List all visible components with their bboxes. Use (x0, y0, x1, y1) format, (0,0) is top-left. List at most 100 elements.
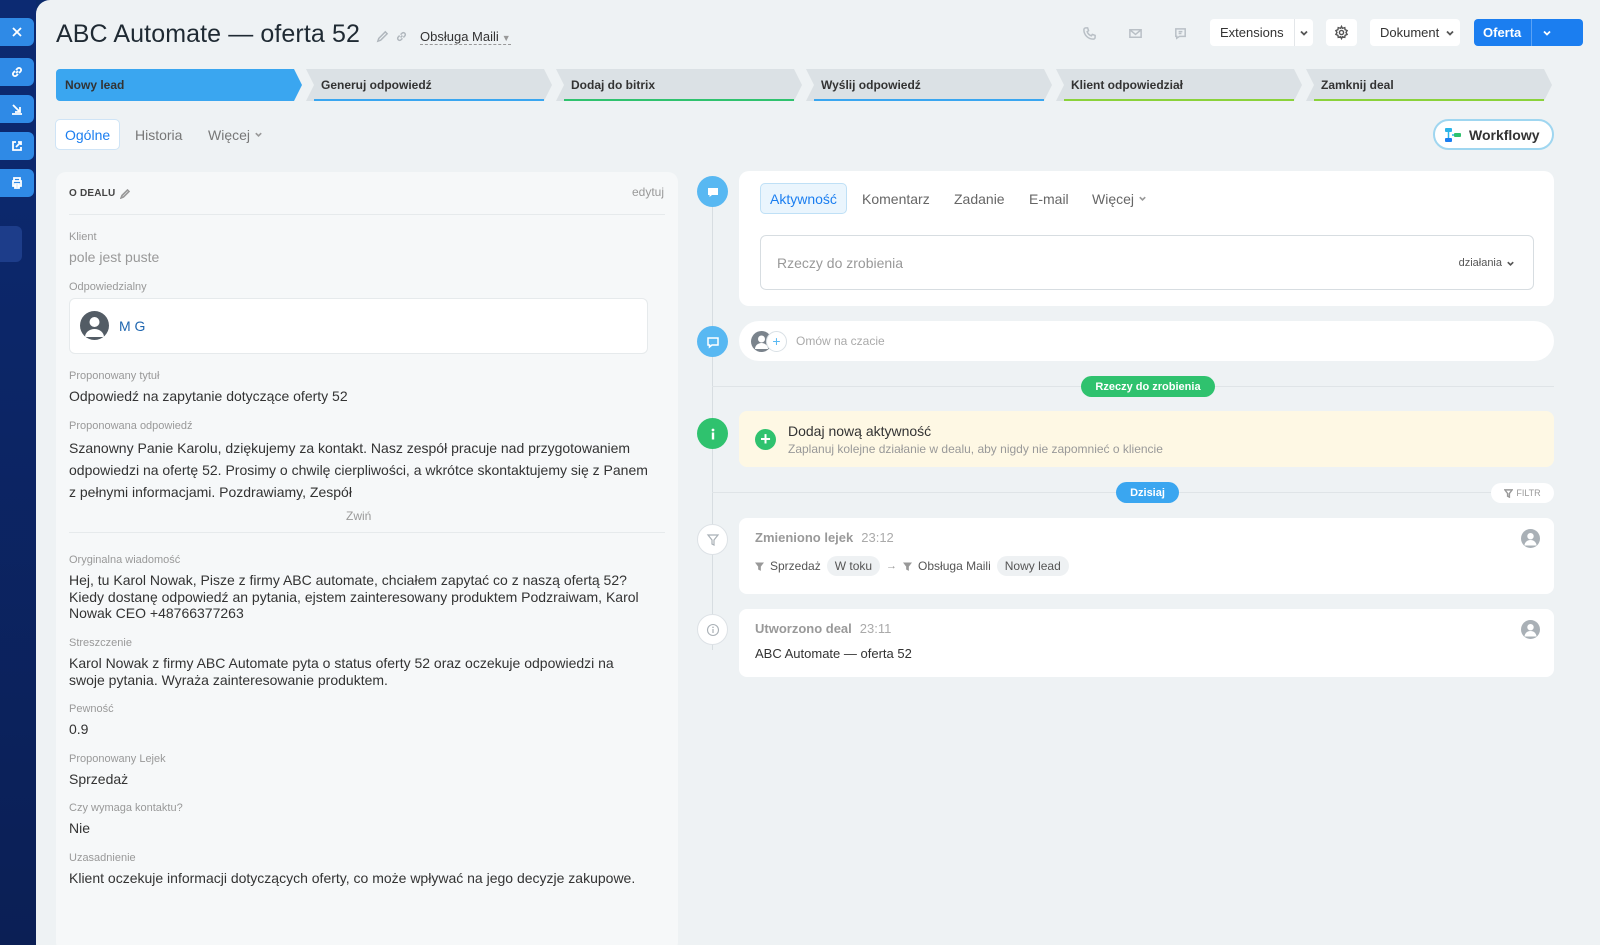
tab-more-activity-label: Więcej (1092, 190, 1135, 207)
actions-dropdown[interactable]: działania (1459, 257, 1515, 269)
link-icon[interactable] (395, 30, 408, 43)
proposed-response-value: Szanowny Panie Karolu, dziękujemy za kon… (69, 440, 648, 500)
email-button[interactable] (1120, 20, 1150, 46)
workflow-button[interactable]: Workflowy (1433, 119, 1554, 150)
from-stage-chip: W toku (826, 556, 881, 576)
tab-task[interactable]: Zadanie (945, 183, 1014, 214)
stage-6[interactable]: Zamknij deal (1306, 69, 1552, 101)
funnel-value: Sprzedaż (69, 771, 129, 787)
tab-more[interactable]: Więcej (199, 119, 272, 150)
tab-general[interactable]: Ogólne (55, 119, 121, 150)
chevron-down-icon (1446, 30, 1454, 36)
tab-email[interactable]: E-mail (1020, 183, 1078, 214)
event-time: 23:12 (861, 530, 894, 545)
summary-value: Karol Nowak z firmy ABC Automate pyta o … (69, 655, 614, 688)
add-participant-button[interactable]: + (766, 331, 787, 352)
chat-button[interactable] (1165, 20, 1195, 46)
extensions-button[interactable]: Extensions (1210, 19, 1313, 46)
collapse-link[interactable]: Zwiń (346, 509, 371, 523)
stage-progress-bar (314, 99, 544, 101)
close-button[interactable] (0, 18, 34, 46)
stage-1[interactable]: Nowy lead (56, 69, 302, 101)
stage-5[interactable]: Klient odpowiedział (1056, 69, 1302, 101)
add-activity-card[interactable]: + Dodaj nową aktywność Zaplanuj kolejne … (739, 411, 1554, 467)
stage-2[interactable]: Generuj odpowiedź (306, 69, 552, 101)
mail-icon (1128, 28, 1142, 38)
tab-activity[interactable]: Aktywność (760, 183, 847, 214)
responsible-label: Odpowiedzialny (69, 281, 147, 293)
tab-more-activity[interactable]: Więcej (1083, 183, 1156, 214)
offer-button[interactable]: Oferta (1474, 19, 1583, 46)
close-icon (12, 27, 22, 37)
proposed-title-value: Odpowiedź na zapytanie dotyczące oferty … (69, 388, 348, 404)
divider (69, 214, 665, 215)
stage-progress-bar (64, 99, 294, 101)
workflow-label: Workflowy (1469, 126, 1540, 143)
info-event-dot (697, 614, 728, 645)
contact-required-value: Nie (69, 820, 91, 836)
extensions-dropdown[interactable] (1293, 19, 1313, 46)
activity-dot (697, 176, 728, 207)
stage-label: Dodaj do bitrix (571, 78, 655, 92)
user-icon (1524, 533, 1537, 546)
deal-page: ABC Automate — oferta 52 Obsługa Maili ▼ … (36, 0, 1600, 945)
divider (69, 532, 665, 533)
original-message-value: Hej, tu Karol Nowak, Pisze z firmy ABC a… (69, 572, 639, 621)
funnel-label: Proponowany Lejek (69, 753, 166, 765)
stage-3[interactable]: Dodaj do bitrix (556, 69, 802, 101)
pipeline-selector[interactable]: Obsługa Maili ▼ (420, 29, 511, 45)
add-activity-title: Dodaj nową aktywność (788, 423, 932, 439)
add-icon[interactable]: + (755, 429, 776, 450)
event-author-avatar[interactable] (1521, 529, 1540, 548)
arrow-right-icon: → (886, 560, 898, 572)
message-icon (707, 187, 718, 197)
filter-button[interactable]: FILTR (1491, 483, 1554, 503)
document-button[interactable]: Dokument (1370, 19, 1460, 46)
download-button[interactable] (0, 95, 34, 123)
stage-progress-bar (814, 99, 1044, 101)
copy-link-button[interactable] (0, 58, 34, 86)
page-title: ABC Automate — oferta 52 (56, 20, 360, 48)
rail-placeholder (0, 226, 22, 262)
chevron-down-icon (1139, 196, 1146, 201)
event-author-avatar[interactable] (1521, 620, 1540, 639)
tab-comment[interactable]: Komentarz (853, 183, 939, 214)
print-button[interactable] (0, 169, 34, 197)
stage-label: Nowy lead (65, 78, 125, 92)
chat-dot (697, 326, 728, 357)
proposed-response-label: Proponowana odpowiedź (69, 420, 193, 432)
responsible-name[interactable]: M G (119, 318, 145, 334)
today-pill: Dzisiaj (1116, 482, 1179, 503)
stage-label: Generuj odpowiedź (321, 78, 432, 92)
to-funnel: Obsługa Maili (918, 559, 991, 573)
from-funnel: Sprzedaż (770, 559, 821, 573)
stage-label: Wyślij odpowiedź (821, 78, 921, 92)
extensions-label: Extensions (1220, 25, 1284, 40)
responsible-field[interactable]: M G (69, 298, 648, 354)
filter-icon (1504, 488, 1514, 498)
to-stage-chip: Nowy lead (996, 556, 1069, 576)
chat-icon (706, 336, 719, 349)
funnel-icon (755, 561, 764, 571)
stage-4[interactable]: Wyślij odpowiedź (806, 69, 1052, 101)
todo-input[interactable]: Rzeczy do zrobienia działania (760, 235, 1534, 290)
tab-more-label: Więcej (208, 126, 251, 143)
chevron-down-icon (1300, 30, 1308, 36)
event-text: ABC Automate — oferta 52 (755, 646, 912, 661)
activity-composer: Aktywność Komentarz Zadanie E-mail Więce… (739, 171, 1554, 306)
pencil-icon[interactable] (120, 188, 131, 199)
funnel-change-row: Sprzedaż W toku → Obsługa Maili Nowy lea… (755, 556, 1069, 576)
pencil-icon[interactable] (376, 30, 389, 43)
document-label: Dokument (1380, 25, 1440, 40)
open-external-button[interactable] (0, 132, 34, 160)
chat-input[interactable]: + Omów na czacie (739, 321, 1554, 361)
offer-dropdown[interactable] (1531, 19, 1561, 46)
original-message-label: Oryginalna wiadomość (69, 554, 181, 566)
edit-link[interactable]: edytuj (632, 185, 664, 199)
settings-button[interactable] (1326, 19, 1357, 46)
client-value[interactable]: pole jest puste (69, 249, 648, 266)
event-time: 23:11 (859, 621, 892, 636)
call-button[interactable] (1074, 20, 1104, 46)
actions-label: działania (1458, 257, 1502, 269)
tab-history[interactable]: Historia (126, 119, 191, 150)
